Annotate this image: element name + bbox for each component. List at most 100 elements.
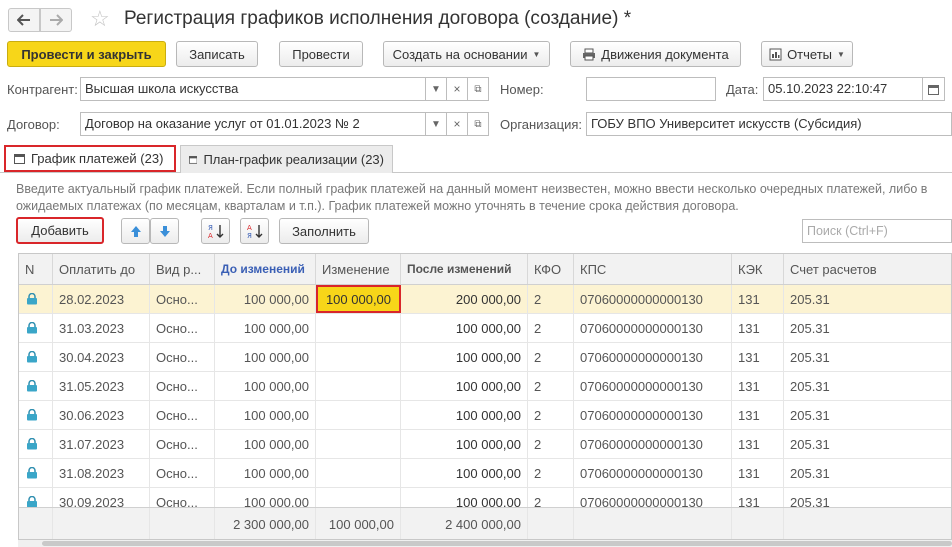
favorite-star-icon[interactable]: ☆ <box>90 6 110 32</box>
table-row[interactable]: 31.03.2023 Осно... 100 000,00 100 000,00 2 07… <box>19 314 951 343</box>
cell-change[interactable] <box>316 314 401 342</box>
table-row[interactable]: 31.08.2023 Осно... 100 000,00 100 000,00 2 07… <box>19 459 951 488</box>
cell-kek[interactable]: 131 <box>732 430 784 458</box>
sort-descending-button[interactable]: АЯ <box>240 218 269 244</box>
cell-kps[interactable]: 07060000000000130 <box>574 459 732 487</box>
cell-kps[interactable]: 07060000000000130 <box>574 285 732 313</box>
cell-kfo[interactable]: 2 <box>528 343 574 371</box>
cell-kps[interactable]: 07060000000000130 <box>574 372 732 400</box>
number-field[interactable] <box>586 77 716 101</box>
organization-field[interactable]: ГОБУ ВПО Университет искусств (Субсидия) <box>586 112 952 136</box>
cell-kind[interactable]: Осно... <box>150 314 215 342</box>
move-down-button[interactable] <box>150 218 179 244</box>
cell-kps[interactable]: 07060000000000130 <box>574 343 732 371</box>
cell-change[interactable] <box>316 343 401 371</box>
cell-kek[interactable]: 131 <box>732 343 784 371</box>
reports-button[interactable]: Отчеты ▼ <box>761 41 853 67</box>
open-link-icon[interactable]: ⧉ <box>468 112 489 136</box>
cell-kfo[interactable]: 2 <box>528 372 574 400</box>
cell-after[interactable]: 100 000,00 <box>401 314 528 342</box>
cell-before[interactable]: 100 000,00 <box>215 285 316 313</box>
cell-pay-by[interactable]: 31.03.2023 <box>53 314 150 342</box>
cell-kek[interactable]: 131 <box>732 401 784 429</box>
fill-button[interactable]: Заполнить <box>279 218 369 244</box>
col-header-n[interactable]: N <box>19 254 53 284</box>
cell-kfo[interactable]: 2 <box>528 285 574 313</box>
cell-before[interactable]: 100 000,00 <box>215 430 316 458</box>
table-row[interactable]: 31.07.2023 Осно... 100 000,00 100 000,00 2 07… <box>19 430 951 459</box>
cell-change[interactable] <box>316 430 401 458</box>
cell-kind[interactable]: Осно... <box>150 459 215 487</box>
document-movements-button[interactable]: Движения документа <box>570 41 741 67</box>
row-lock-cell[interactable] <box>19 314 53 342</box>
col-header-kek[interactable]: КЭК <box>732 254 784 284</box>
cell-kfo[interactable]: 2 <box>528 401 574 429</box>
save-button[interactable]: Записать <box>176 41 258 67</box>
col-header-change[interactable]: Изменение <box>316 254 401 284</box>
col-header-pay-by[interactable]: Оплатить до <box>53 254 150 284</box>
cell-account[interactable]: 205.31 <box>784 459 951 487</box>
cell-kek[interactable]: 131 <box>732 459 784 487</box>
dropdown-caret-icon[interactable]: ▼ <box>426 112 447 136</box>
tab-payment-schedule[interactable]: График платежей (23) <box>4 145 176 172</box>
scrollbar-thumb[interactable] <box>42 541 952 546</box>
post-and-close-button[interactable]: Провести и закрыть <box>7 41 166 67</box>
cell-kek[interactable]: 131 <box>732 285 784 313</box>
move-up-button[interactable] <box>121 218 150 244</box>
row-lock-cell[interactable] <box>19 401 53 429</box>
clear-icon[interactable]: × <box>447 112 468 136</box>
cell-account[interactable]: 205.31 <box>784 285 951 313</box>
counterparty-field[interactable]: Высшая школа искусства <box>80 77 426 101</box>
row-lock-cell[interactable] <box>19 430 53 458</box>
cell-kind[interactable]: Осно... <box>150 343 215 371</box>
col-header-kind[interactable]: Вид р... <box>150 254 215 284</box>
cell-pay-by[interactable]: 31.05.2023 <box>53 372 150 400</box>
cell-before[interactable]: 100 000,00 <box>215 372 316 400</box>
search-input[interactable]: Поиск (Ctrl+F) <box>802 219 952 243</box>
cell-account[interactable]: 205.31 <box>784 401 951 429</box>
col-header-after[interactable]: После изменений <box>401 254 528 284</box>
cell-pay-by[interactable]: 31.08.2023 <box>53 459 150 487</box>
cell-kind[interactable]: Осно... <box>150 430 215 458</box>
date-field[interactable]: 05.10.2023 22:10:47 <box>763 77 923 101</box>
table-row[interactable]: 30.06.2023 Осно... 100 000,00 100 000,00 2 07… <box>19 401 951 430</box>
col-header-before[interactable]: До изменений <box>215 254 316 284</box>
cell-pay-by[interactable]: 30.06.2023 <box>53 401 150 429</box>
post-button[interactable]: Провести <box>279 41 363 67</box>
table-row[interactable]: 28.02.2023 Осно... 100 000,00 100 000,00 200… <box>19 285 951 314</box>
cell-kind[interactable]: Осно... <box>150 372 215 400</box>
cell-after[interactable]: 100 000,00 <box>401 430 528 458</box>
cell-kfo[interactable]: 2 <box>528 459 574 487</box>
cell-change[interactable] <box>316 372 401 400</box>
cell-before[interactable]: 100 000,00 <box>215 459 316 487</box>
cell-account[interactable]: 205.31 <box>784 430 951 458</box>
cell-kps[interactable]: 07060000000000130 <box>574 314 732 342</box>
cell-before[interactable]: 100 000,00 <box>215 343 316 371</box>
tab-implementation-plan[interactable]: План-график реализации (23) <box>180 145 393 173</box>
cell-before[interactable]: 100 000,00 <box>215 401 316 429</box>
col-header-kps[interactable]: КПС <box>574 254 732 284</box>
cell-kind[interactable]: Осно... <box>150 285 215 313</box>
cell-after[interactable]: 100 000,00 <box>401 401 528 429</box>
open-link-icon[interactable]: ⧉ <box>468 77 489 101</box>
cell-kps[interactable]: 07060000000000130 <box>574 430 732 458</box>
sort-ascending-button[interactable]: ЯА <box>201 218 230 244</box>
cell-kps[interactable]: 07060000000000130 <box>574 401 732 429</box>
add-button[interactable]: Добавить <box>16 217 104 244</box>
cell-kek[interactable]: 131 <box>732 372 784 400</box>
clear-icon[interactable]: × <box>447 77 468 101</box>
dropdown-caret-icon[interactable]: ▼ <box>426 77 447 101</box>
cell-account[interactable]: 205.31 <box>784 372 951 400</box>
cell-after[interactable]: 100 000,00 <box>401 343 528 371</box>
cell-change[interactable] <box>316 459 401 487</box>
cell-account[interactable]: 205.31 <box>784 343 951 371</box>
cell-account[interactable]: 205.31 <box>784 314 951 342</box>
col-header-account[interactable]: Счет расчетов <box>784 254 951 284</box>
table-row[interactable]: 31.05.2023 Осно... 100 000,00 100 000,00 2 07… <box>19 372 951 401</box>
cell-after[interactable]: 100 000,00 <box>401 459 528 487</box>
row-lock-cell[interactable] <box>19 285 53 313</box>
cell-pay-by[interactable]: 28.02.2023 <box>53 285 150 313</box>
back-button[interactable] <box>8 8 40 32</box>
col-header-kfo[interactable]: КФО <box>528 254 574 284</box>
cell-change[interactable] <box>316 401 401 429</box>
